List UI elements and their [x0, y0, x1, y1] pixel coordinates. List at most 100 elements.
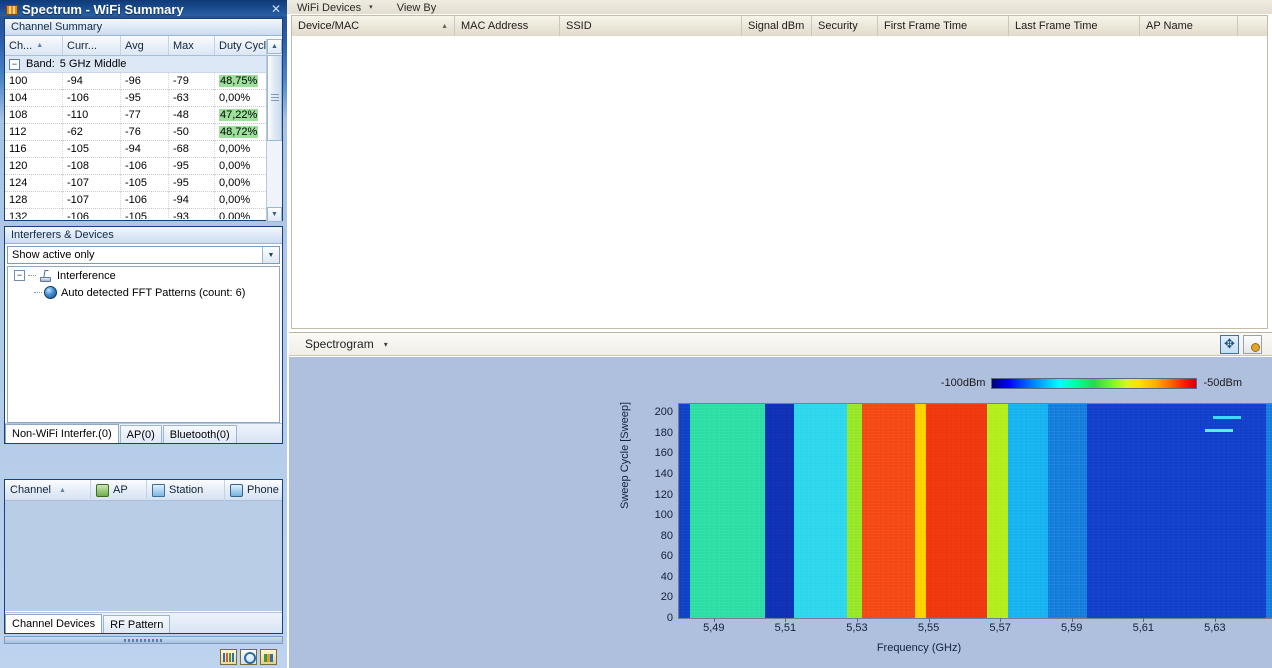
table-row[interactable]: 108 -110 -77 -48 47,22%	[5, 106, 282, 124]
channel-summary-rows: − Band: 5 GHz Middle 100 -94 -96 -79 48,75% 1…	[5, 56, 282, 219]
table-row[interactable]: 132 -106 -105 -93 0,00%	[5, 208, 282, 219]
x-axis-tick: 5,53	[846, 622, 868, 634]
cell-max: -95	[169, 157, 215, 175]
column-header-last-frame-time[interactable]: Last Frame Time	[1009, 16, 1140, 36]
cell-channel: 104	[5, 89, 63, 107]
band-group-row[interactable]: − Band: 5 GHz Middle	[5, 56, 282, 73]
column-header-current[interactable]: Curr...	[63, 36, 121, 55]
table-row[interactable]: 116 -105 -94 -68 0,00%	[5, 140, 282, 158]
channel-summary-scrollbar[interactable]: ▲ ▼	[266, 39, 282, 222]
menu-view-by[interactable]: View By	[397, 2, 437, 14]
column-header-signal-dbm[interactable]: Signal dBm	[742, 16, 812, 36]
tab-ap[interactable]: AP(0)	[119, 425, 162, 443]
channel-devices-tab-strip: Channel Devices RF Pattern	[5, 612, 282, 633]
cell-current: -105	[63, 140, 121, 158]
magnifier-icon[interactable]	[240, 649, 257, 665]
y-axis-tick: 200	[654, 406, 673, 419]
collapse-icon[interactable]: −	[14, 270, 25, 281]
column-header-max[interactable]: Max	[169, 36, 215, 55]
cell-avg: -96	[121, 72, 169, 90]
dock-resize-handle[interactable]	[4, 636, 283, 644]
channel-devices-column-headers: Channel ▲ AP Station Phone	[5, 479, 282, 501]
heatmap-noise-texture	[679, 404, 1272, 618]
active-filter-dropdown[interactable]: Show active only ▼	[7, 246, 280, 264]
menu-wifi-devices[interactable]: WiFi Devices ▾	[297, 2, 373, 14]
interference-tree[interactable]: − Interference Auto detected FFT Pattern…	[7, 266, 280, 423]
cell-max: -63	[169, 89, 215, 107]
heatmap-transient	[1212, 416, 1241, 420]
cell-max: -50	[169, 123, 215, 141]
column-header-first-frame-time[interactable]: First Frame Time	[878, 16, 1009, 36]
cell-channel: 124	[5, 174, 63, 192]
column-header-channel[interactable]: Channel ▲	[5, 479, 91, 501]
sort-asc-icon: ▲	[36, 42, 44, 49]
column-header-ap[interactable]: AP	[91, 479, 147, 501]
tree-item-label: Interference	[57, 269, 116, 282]
tab-rf-pattern[interactable]: RF Pattern	[103, 615, 171, 633]
duty-cycle-highlight: 48,72%	[219, 125, 259, 138]
column-header-ssid[interactable]: SSID	[560, 16, 742, 36]
active-filter-value: Show active only	[12, 249, 95, 261]
cell-current: -108	[63, 157, 121, 175]
spectrogram-panel: -100dBm -50dBm Sweep Cycle [Sweep] 0 20 40…	[289, 357, 1272, 668]
column-header-phone[interactable]: Phone	[225, 480, 282, 501]
cell-max: -95	[169, 174, 215, 192]
x-axis-tick: 5,49	[703, 622, 725, 634]
column-header-station[interactable]: Station	[147, 479, 225, 501]
cell-current: -107	[63, 174, 121, 192]
tree-item-interference[interactable]: − Interference	[8, 267, 279, 284]
scroll-down-button[interactable]: ▼	[267, 207, 282, 222]
y-axis-tick: 180	[654, 426, 673, 439]
cell-max: -79	[169, 72, 215, 90]
tree-item-fft-patterns[interactable]: Auto detected FFT Patterns (count: 6)	[8, 284, 279, 301]
sort-asc-icon: ▲	[441, 22, 448, 30]
heatmap-transient	[1205, 428, 1234, 432]
channel-summary-column-headers: Ch... ▲ Curr... Avg Max Duty Cycle	[5, 36, 282, 56]
scrollbar-thumb[interactable]	[267, 55, 282, 141]
wifi-devices-list[interactable]	[291, 36, 1268, 329]
x-axis-tick: 5,55	[917, 622, 940, 634]
spectrogram-title: Spectrogram	[305, 337, 374, 351]
close-icon[interactable]: ✕	[271, 2, 281, 16]
column-header-avg[interactable]: Avg	[121, 36, 169, 55]
column-header-security[interactable]: Security	[812, 16, 878, 36]
spectrogram-heatmap[interactable]	[678, 403, 1272, 619]
channel-summary-header: Channel Summary	[5, 19, 282, 36]
table-row[interactable]: 104 -106 -95 -63 0,00%	[5, 89, 282, 107]
export-document-icon[interactable]	[1243, 334, 1262, 354]
column-header-mac-address[interactable]: MAC Address	[455, 16, 560, 36]
table-row[interactable]: 124 -107 -105 -95 0,00%	[5, 174, 282, 192]
spectrum-chart-icon[interactable]	[260, 649, 277, 665]
status-bar-icons	[4, 646, 283, 668]
cell-channel: 132	[5, 208, 63, 219]
collapse-icon[interactable]: −	[9, 58, 20, 70]
tab-non-wifi-interferers[interactable]: Non-WiFi Interfer.(0)	[5, 424, 119, 443]
table-row[interactable]: 100 -94 -96 -79 48,75%	[5, 72, 282, 90]
column-header-device-mac[interactable]: Device/MAC ▲	[292, 16, 455, 36]
cell-max: -68	[169, 140, 215, 158]
table-row[interactable]: 112 -62 -76 -50 48,72%	[5, 123, 282, 141]
duty-cycle-highlight: 47,22%	[219, 108, 259, 121]
table-row[interactable]: 128 -107 -106 -94 0,00%	[5, 191, 282, 209]
wifi-devices-column-headers: Device/MAC ▲ MAC Address SSID Signal dBm…	[291, 15, 1268, 37]
table-row[interactable]: 120 -108 -106 -95 0,00%	[5, 157, 282, 175]
bar-chart-icon[interactable]	[220, 649, 237, 665]
tab-bluetooth[interactable]: Bluetooth(0)	[162, 425, 237, 443]
fft-pattern-icon	[44, 286, 57, 299]
tab-channel-devices[interactable]: Channel Devices	[5, 614, 103, 633]
column-header-channel[interactable]: Ch... ▲	[5, 36, 63, 55]
x-axis-tick: 5,59	[1060, 622, 1083, 634]
chevron-down-icon[interactable]: ▾	[384, 340, 388, 349]
cell-channel: 112	[5, 123, 63, 141]
chevron-down-icon[interactable]: ▼	[262, 247, 279, 263]
move-tool-icon[interactable]	[1220, 334, 1239, 354]
column-header-ap-name[interactable]: AP Name	[1140, 16, 1238, 36]
interferers-devices-panel: Interferers & Devices Show active only ▼…	[4, 226, 283, 444]
scroll-up-button[interactable]: ▲	[267, 39, 282, 54]
cell-channel: 128	[5, 191, 63, 209]
grip-dots-icon	[123, 638, 164, 642]
scrollbar-grip	[271, 94, 279, 102]
spectrogram-toolbar: Spectrogram ▾	[289, 332, 1272, 356]
x-axis-ticks: 5,495,515,535,555,575,595,615,635,655,67…	[678, 618, 1272, 638]
y-axis-tick: 160	[654, 447, 673, 460]
